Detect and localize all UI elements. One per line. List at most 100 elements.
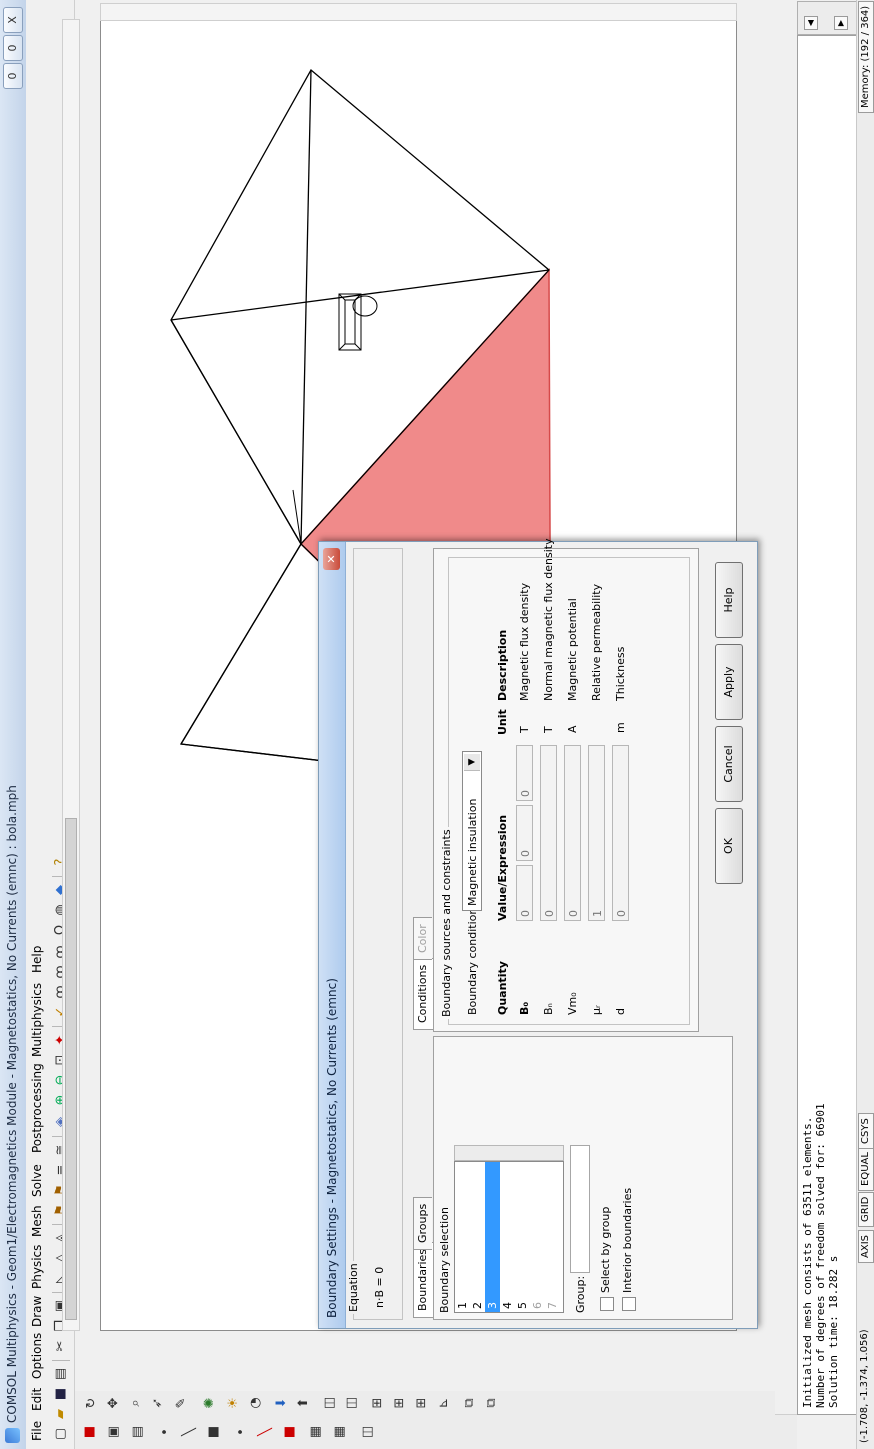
row-unit: A — [566, 725, 579, 733]
ok-button[interactable]: OK — [715, 808, 743, 884]
axis-toggle[interactable]: AXIS — [858, 1230, 874, 1263]
vertical-scrollbar[interactable] — [100, 3, 737, 21]
sun-icon[interactable]: ☀ — [225, 1394, 243, 1412]
view-xy-icon[interactable]: ⊞ — [369, 1394, 387, 1412]
boundaries-panel: Boundary selection 1 2 3 4 5 6 7 Group: … — [433, 1036, 733, 1320]
select-icon[interactable]: ➶ — [149, 1394, 167, 1412]
list-item-selected[interactable]: 3 — [485, 1162, 500, 1312]
transparency-icon[interactable]: ◔ — [247, 1394, 265, 1412]
pan-icon[interactable]: ✥ — [105, 1394, 123, 1412]
interior-boundaries-checkbox[interactable] — [622, 1297, 636, 1311]
scroll-left-icon[interactable]: ◀ — [804, 16, 818, 30]
arrow-down-icon[interactable]: ⬇ — [273, 1394, 291, 1412]
list-item[interactable]: 7 — [545, 1162, 560, 1312]
rectangle-icon[interactable]: ■ — [205, 1423, 223, 1441]
interior-boundaries-label: Interior boundaries — [621, 1187, 634, 1293]
row-description: Normal magnetic flux density — [542, 538, 555, 701]
save-icon[interactable]: ■ — [52, 1385, 70, 1403]
menu-multiphysics[interactable]: Multiphysics — [30, 983, 44, 1057]
light-icon[interactable]: ✺ — [201, 1394, 219, 1412]
group-select[interactable] — [570, 1145, 590, 1273]
menu-edit[interactable]: Edit — [30, 1388, 44, 1411]
print-icon[interactable]: ▤ — [52, 1365, 70, 1383]
select-by-group-checkbox[interactable] — [600, 1297, 614, 1311]
frame-icon[interactable]: ▣ — [105, 1423, 123, 1441]
menu-solve[interactable]: Solve — [30, 1164, 44, 1197]
open-icon[interactable]: ▰ — [52, 1405, 70, 1423]
tab-color[interactable]: Color — [413, 917, 432, 960]
horizontal-scrollbar[interactable] — [62, 19, 80, 1331]
help-button[interactable]: Help — [715, 562, 743, 638]
orbit-icon[interactable]: ✎ — [173, 1394, 191, 1412]
point-red-icon[interactable]: • — [233, 1423, 251, 1441]
apply-button[interactable]: Apply — [715, 644, 743, 720]
row-value[interactable]: 0 — [612, 745, 629, 921]
row-value[interactable]: 1 — [588, 745, 605, 921]
log-scroll[interactable]: ◀ ▶ — [797, 1, 857, 35]
zoom-extents-icon[interactable]: ⧉ — [461, 1394, 479, 1412]
view-zx-icon[interactable]: ⊞ — [413, 1394, 431, 1412]
menu-mesh[interactable]: Mesh — [30, 1205, 44, 1237]
menu-postprocessing[interactable]: Postprocessing — [30, 1063, 44, 1153]
tab-groups[interactable]: Groups — [413, 1196, 432, 1250]
zoom-selection-icon[interactable]: ⧉ — [483, 1394, 501, 1412]
zoom-icon[interactable]: ⌕ — [127, 1394, 145, 1412]
row-description: Relative permeability — [590, 583, 603, 701]
view-yz-icon[interactable]: ⊞ — [391, 1394, 409, 1412]
new-icon[interactable]: ▢ — [52, 1425, 70, 1443]
list-item[interactable]: 1 — [455, 1162, 470, 1312]
embed-icon[interactable]: ◫ — [359, 1423, 377, 1441]
list-item[interactable]: 4 — [500, 1162, 515, 1312]
grid-toggle[interactable]: GRID — [858, 1191, 874, 1227]
minimize-button[interactable]: 0 — [3, 63, 23, 89]
record-icon[interactable]: ■ — [81, 1423, 99, 1441]
menu-options[interactable]: Options — [30, 1333, 44, 1379]
dialog-close-button[interactable]: ✕ — [323, 548, 340, 570]
view-box-icon[interactable]: ◫ — [321, 1394, 339, 1412]
tab-boundaries[interactable]: Boundaries — [413, 1241, 434, 1318]
list-item[interactable]: 5 — [515, 1162, 530, 1312]
row-value[interactable]: 0 — [516, 745, 533, 801]
menu-physics[interactable]: Physics — [30, 1245, 44, 1289]
row-value[interactable]: 0 — [564, 745, 581, 921]
coordinates-readout: (-1.708, -1.374, 1.056) — [859, 1329, 870, 1443]
cancel-button[interactable]: Cancel — [715, 726, 743, 802]
row-value[interactable]: 0 — [540, 745, 557, 921]
restore-button[interactable]: 0 — [3, 35, 23, 61]
list-item[interactable]: 2 — [470, 1162, 485, 1312]
rotate-icon[interactable]: ↻ — [83, 1394, 101, 1412]
menu-file[interactable]: File — [30, 1421, 44, 1441]
boundary-selection-label: Boundary selection — [438, 1207, 451, 1313]
menu-draw[interactable]: Draw — [30, 1296, 44, 1327]
menu-bar: File Edit Options Draw Physics Mesh Solv… — [26, 0, 49, 1449]
row-quantity: Bₙ — [542, 1003, 555, 1015]
boundary-list[interactable]: 1 2 3 4 5 6 7 — [454, 1161, 564, 1313]
rotated-window: COMSOL Multiphysics - Geom1/Electromagne… — [0, 0, 874, 1449]
point-icon[interactable]: • — [157, 1423, 175, 1441]
chevron-down-icon[interactable]: ▼ — [464, 754, 480, 771]
view-3d-icon[interactable]: ⊾ — [435, 1394, 453, 1412]
cut-icon[interactable]: ✂ — [52, 1337, 70, 1355]
csys-toggle[interactable]: CSYS — [858, 1113, 874, 1149]
header-unit: Unit — [496, 709, 509, 735]
row-quantity: μᵣ — [590, 1005, 603, 1015]
array-icon[interactable]: ▦ — [307, 1423, 325, 1441]
scroll-right-icon[interactable]: ▶ — [834, 16, 848, 30]
row-value[interactable]: 0 — [516, 865, 533, 921]
square-red-icon[interactable]: ■ — [281, 1423, 299, 1441]
tab-conditions[interactable]: Conditions — [413, 957, 434, 1030]
menu-help[interactable]: Help — [30, 946, 44, 973]
array2-icon[interactable]: ▦ — [331, 1423, 349, 1441]
list-item[interactable]: 6 — [530, 1162, 545, 1312]
line-icon[interactable]: ╲ — [181, 1423, 199, 1441]
import-icon[interactable]: ▤ — [129, 1423, 147, 1441]
scroll-thumb[interactable] — [65, 818, 77, 1320]
boundary-condition-select[interactable]: Magnetic insulation ▼ — [462, 751, 482, 911]
arrow-up-icon[interactable]: ⬆ — [295, 1394, 313, 1412]
equal-toggle[interactable]: EQUAL — [858, 1147, 874, 1191]
view-box2-icon[interactable]: ◫ — [343, 1394, 361, 1412]
line-red-icon[interactable]: ╲ — [257, 1423, 275, 1441]
row-value[interactable]: 0 — [516, 805, 533, 861]
close-button[interactable]: X — [3, 7, 23, 33]
list-scrollbar[interactable] — [454, 1145, 564, 1161]
